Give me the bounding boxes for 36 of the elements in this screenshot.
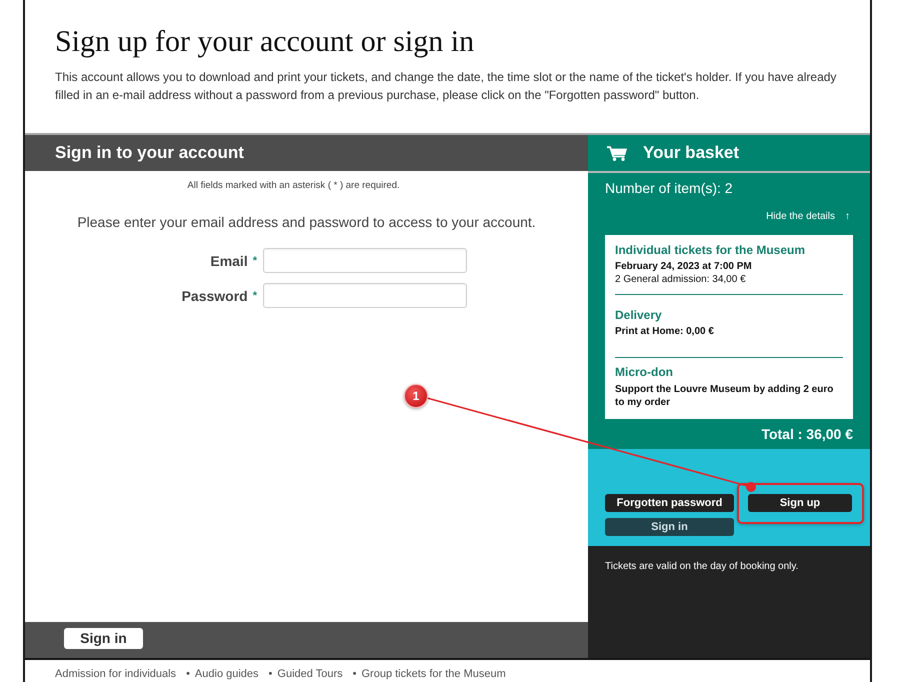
field-label: Email bbox=[210, 252, 248, 268]
item-detail: Support the Louvre Museum by adding 2 euro to my order bbox=[615, 383, 834, 409]
total-price: Total : 36,00 € bbox=[760, 426, 853, 443]
arrow-up-icon: ↑ bbox=[845, 211, 850, 223]
instructions-text: Please enter your email address and password to access to your account. bbox=[76, 214, 537, 231]
footer-link[interactable]: Group tickets for the Museum bbox=[361, 668, 506, 681]
required-note: All fields marked with an asterisk ( * ) are required. bbox=[187, 180, 400, 192]
intro-text: This account allows you to download and print your tickets, and change the date, the time slot or the name of the ticket's holder. If you have already filled in an e-mail address without a password from a previous purchase, please click on the "Forgotten password" button. bbox=[55, 69, 838, 104]
item-detail: Print at Home: 0,00 € bbox=[615, 325, 715, 338]
required-asterisk: * bbox=[252, 290, 257, 302]
action-button[interactable]: Sign up bbox=[748, 494, 852, 512]
item-detail: 2 General admission: 34,00 € bbox=[615, 273, 747, 286]
page-title: Sign up for your account or sign in bbox=[55, 24, 474, 59]
input-field[interactable] bbox=[263, 248, 467, 273]
footer-link[interactable]: Audio guides bbox=[194, 668, 259, 681]
separator-bullet: • bbox=[268, 668, 272, 681]
item-title: Micro-don bbox=[615, 365, 674, 380]
item-title: Delivery bbox=[615, 308, 663, 323]
separator-bullet: • bbox=[186, 668, 190, 681]
panel-title: Sign in to your account bbox=[55, 143, 244, 163]
submit-button[interactable]: Sign in bbox=[64, 628, 143, 649]
basket-title: Your basket bbox=[643, 143, 740, 163]
item-title: Individual tickets for the Museum bbox=[615, 243, 806, 258]
separator-bullet: • bbox=[352, 668, 356, 681]
field-label: Password bbox=[182, 288, 248, 304]
cart-icon bbox=[607, 146, 627, 160]
footer-link[interactable]: Guided Tours bbox=[277, 668, 343, 681]
item-count: Number of item(s): 2 bbox=[605, 180, 734, 197]
toggle-details-link[interactable]: Hide the details ↑ bbox=[766, 211, 850, 223]
item-detail: February 24, 2023 at 7:00 PM bbox=[615, 260, 753, 273]
validity-note: Tickets are valid on the day of booking only. bbox=[605, 561, 800, 573]
required-asterisk: * bbox=[252, 254, 257, 266]
input-field[interactable] bbox=[263, 283, 467, 308]
action-button[interactable]: Forgotten password bbox=[605, 494, 734, 512]
action-button[interactable]: Sign in bbox=[605, 518, 734, 536]
footer-link[interactable]: Admission for individuals bbox=[55, 668, 176, 681]
